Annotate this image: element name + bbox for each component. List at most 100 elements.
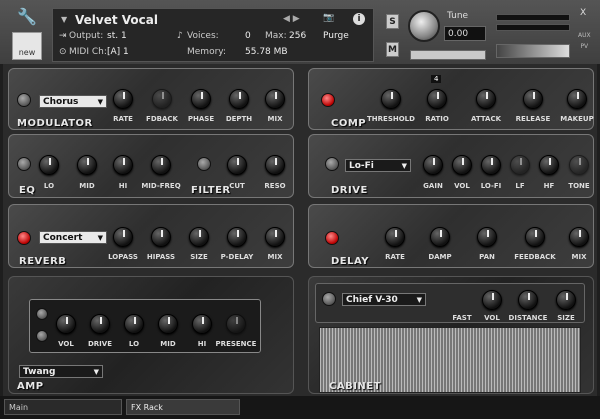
max-voices-value[interactable]: 256 [289,31,306,41]
tab-fx-rack[interactable]: FX Rack [126,399,240,415]
wrench-icon[interactable]: 🔧 [8,6,46,26]
drive-gain-knob[interactable] [423,155,443,175]
amp-lo-knob[interactable] [124,314,144,334]
pan-slider[interactable] [410,50,486,60]
amp-panel: VOL DRIVE LO MID HI PRESENCE Twang AMP [8,276,294,394]
output-value[interactable]: st. 1 [107,31,127,41]
amp-mid-knob[interactable] [158,314,178,334]
eq-bypass-button[interactable] [17,157,31,171]
knob-label: SIZE [557,314,575,322]
cabinet-vol-knob[interactable] [482,290,502,310]
amp-vol-knob[interactable] [56,314,76,334]
fx-rack: Chorus RATE FDBACK PHASE DEPTH MIX MODUL… [3,64,597,396]
tune-value[interactable]: 0.00 [444,26,486,41]
midi-label: MIDI Ch: [69,47,107,57]
amp-drive-knob[interactable] [90,314,110,334]
comp-release-knob[interactable] [523,89,543,109]
purge-menu[interactable]: Purge [323,31,349,41]
modulator-panel: Chorus RATE FDBACK PHASE DEPTH MIX MODUL… [8,68,294,130]
filter-cut-knob[interactable] [227,155,247,175]
pv-button[interactable]: PV [578,41,591,52]
drive-lofi-knob[interactable] [481,155,501,175]
reverb-panel: Concert LOPASS HIPASS SIZE P-DELAY MIX R… [8,204,294,268]
memory-value: 55.78 MB [245,47,288,57]
filter-reso-knob[interactable] [265,155,285,175]
info-icon[interactable]: i [353,13,365,25]
reverb-size-knob[interactable] [189,227,209,247]
drive-vol-knob[interactable] [452,155,472,175]
modulator-rate-knob[interactable] [113,89,133,109]
cabinet-bypass-button[interactable] [322,292,336,306]
drive-tone-knob[interactable] [569,155,589,175]
knob-label: MIX [267,115,283,123]
new-label: new [18,48,36,57]
comp-threshold-knob[interactable] [381,89,401,109]
filter-bypass-button[interactable] [197,157,211,171]
drive-mode-dropdown[interactable]: Lo-Fi [345,159,411,172]
reverb-bypass-button[interactable] [17,231,31,245]
memory-label: Memory: [187,47,226,57]
amp-presence-knob[interactable] [226,314,246,334]
collapse-arrow-icon[interactable]: ▼ [61,15,67,24]
camera-icon[interactable]: 📷 [323,13,334,23]
knob-label: TONE [568,182,590,190]
comp-bypass-button[interactable] [321,93,335,107]
comp-attack-knob[interactable] [476,89,496,109]
modulator-phase-knob[interactable] [191,89,211,109]
amp-bypass-button[interactable] [36,308,48,320]
modulator-fdback-knob[interactable] [152,89,172,109]
cabinet-distance-knob[interactable] [518,290,538,310]
eq-mid-knob[interactable] [77,155,97,175]
comp-title: COMP [331,118,367,129]
modulator-bypass-button[interactable] [17,93,31,107]
modulator-mode-dropdown[interactable]: Chorus [39,95,107,108]
amp-hi-knob[interactable] [192,314,212,334]
eq-hi-knob[interactable] [113,155,133,175]
drive-hf-knob[interactable] [539,155,559,175]
volume-slider[interactable] [496,44,570,58]
delay-mix-knob[interactable] [569,227,589,247]
eq-title: EQ [19,185,36,196]
aux-button[interactable]: AUX [578,30,591,41]
modulator-depth-knob[interactable] [229,89,249,109]
instrument-name[interactable]: Velvet Vocal [75,13,158,27]
cabinet-size-knob[interactable] [556,290,576,310]
mute-button[interactable]: M [386,42,399,57]
comp-ratio-knob[interactable] [427,89,447,109]
instrument-header: 🔧 new ▼ Velvet Vocal ◀ ▶ 📷 i ⇥ Output: s… [0,0,600,64]
drive-bypass-button[interactable] [325,157,339,171]
delay-damp-knob[interactable] [430,227,450,247]
output-icon: ⇥ [59,31,67,41]
delay-pan-knob[interactable] [477,227,497,247]
solo-button[interactable]: S [386,14,399,29]
reverb-lopass-knob[interactable] [113,227,133,247]
new-button[interactable]: new [12,32,42,60]
reverb-mix-knob[interactable] [265,227,285,247]
amp-model-dropdown[interactable]: Twang [19,365,103,378]
reverb-predelay-knob[interactable] [227,227,247,247]
eq-lo-knob[interactable] [39,155,59,175]
delay-rate-knob[interactable] [385,227,405,247]
cabinet-panel: Chief V-30 FAST VOL DISTANCE SIZE CABINE… [308,276,594,394]
reverb-mode-dropdown[interactable]: Concert [39,231,107,244]
tab-main[interactable]: Main [4,399,122,415]
reverb-title: REVERB [19,256,67,267]
knob-label: MID-FREQ [141,182,181,190]
reverb-hipass-knob[interactable] [151,227,171,247]
drive-lf-knob[interactable] [510,155,530,175]
eq-mid-freq-knob[interactable] [151,155,171,175]
modulator-mix-knob[interactable] [265,89,285,109]
delay-feedback-knob[interactable] [525,227,545,247]
midi-channel-value[interactable]: [A] 1 [107,47,129,57]
delay-bypass-button[interactable] [325,231,339,245]
tune-knob[interactable] [408,10,440,42]
cabinet-model-dropdown[interactable]: Chief V-30 [342,293,426,306]
aux-pv-buttons[interactable]: AUX PV [578,30,591,52]
amp-faceplate: VOL DRIVE LO MID HI PRESENCE [29,299,261,353]
delay-title: DELAY [331,256,370,267]
voices-value: 0 [245,31,251,41]
voices-icon: ♪ [177,31,183,41]
close-icon[interactable]: X [580,8,586,18]
comp-makeup-knob[interactable] [567,89,587,109]
prev-next-icon[interactable]: ◀ ▶ [283,14,300,24]
